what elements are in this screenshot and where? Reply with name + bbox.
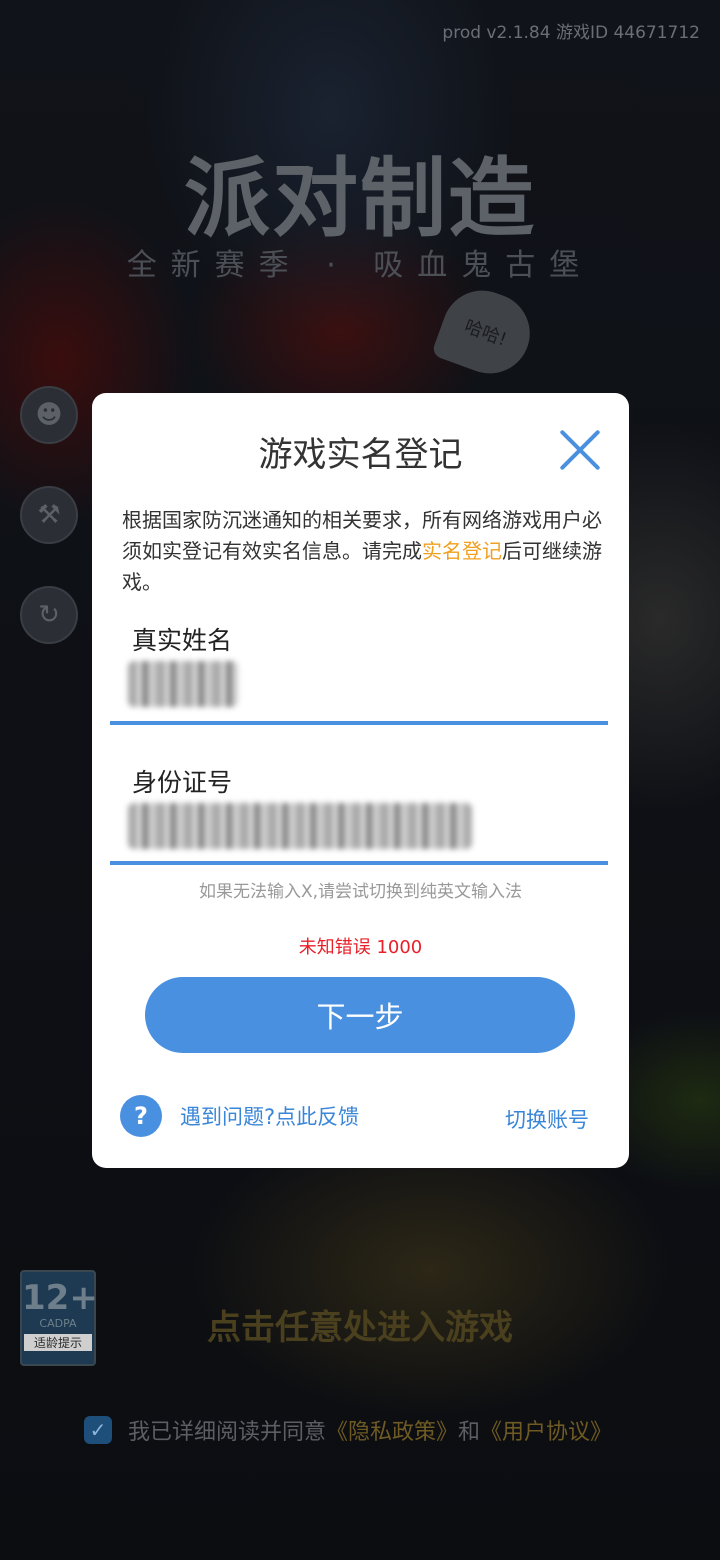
error-message: 未知错误 1000 — [298, 937, 423, 958]
checkmark-icon: ✓ — [89, 1418, 107, 1442]
next-step-button[interactable]: 下一步 — [145, 977, 575, 1053]
agreement-checkbox[interactable]: ✓ — [84, 1416, 112, 1444]
game-logo-title: 派对制造 — [184, 149, 536, 249]
name-input-value-redacted[interactable] — [128, 661, 238, 707]
agreement-row: ✓ 我已详细阅读并同意 《隐私政策》 和 《用户协议》 — [84, 1414, 612, 1446]
privacy-policy-link[interactable]: 《隐私政策》 — [326, 1414, 458, 1446]
speech-bubble: 哈哈! — [430, 279, 542, 385]
game-logo-subtitle: 全新赛季 · 吸血鬼古堡 — [126, 248, 594, 283]
real-name-dialog: 游戏实名登记 根据国家防沉迷通知的相关要求，所有网络游戏用户必须如实登记有效实名… — [92, 393, 629, 1168]
id-label: 身份证号 — [132, 768, 233, 797]
tool-icon[interactable]: ⚒ — [20, 486, 78, 544]
dialog-title: 游戏实名登记 — [258, 435, 463, 475]
switch-account-link[interactable]: 切换账号 — [505, 1104, 589, 1134]
notice-highlight: 实名登记 — [422, 539, 502, 563]
refresh-icon[interactable]: ↻ — [20, 586, 78, 644]
id-input-underline[interactable] — [110, 861, 608, 865]
version-text: prod v2.1.84 游戏ID 44671712 — [442, 23, 700, 43]
input-hint: 如果无法输入X,请尝试切换到纯英文输入法 — [198, 882, 523, 902]
enter-game-prompt[interactable]: 点击任意处进入游戏 — [0, 1300, 720, 1349]
dialog-notice: 根据国家防沉迷通知的相关要求，所有网络游戏用户必须如实登记有效实名信息。请完成实… — [122, 508, 602, 594]
help-icon: ? — [120, 1095, 162, 1137]
id-input-value-redacted[interactable] — [128, 803, 472, 849]
close-icon[interactable] — [557, 427, 603, 473]
name-label: 真实姓名 — [132, 626, 233, 655]
user-icon[interactable]: ☻ — [20, 386, 78, 444]
name-input-underline[interactable] — [110, 721, 608, 725]
feedback-link[interactable]: ? 遇到问题?点此反馈 — [120, 1095, 359, 1137]
user-agreement-link[interactable]: 《用户协议》 — [480, 1414, 612, 1446]
